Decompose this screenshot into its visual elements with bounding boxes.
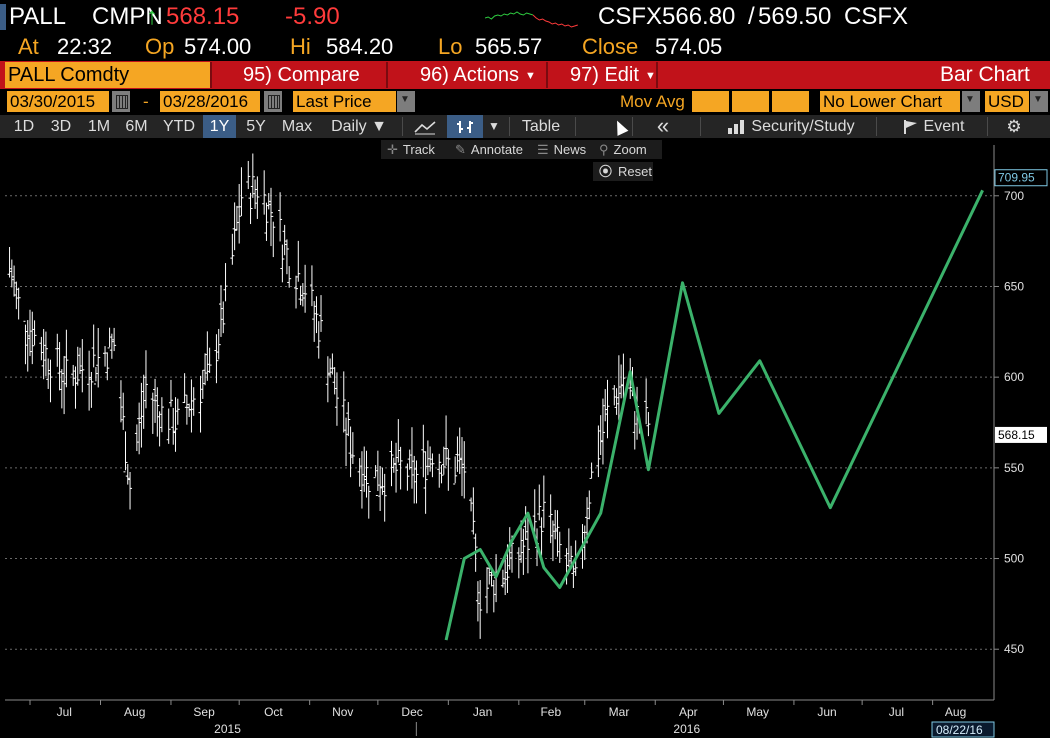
reset-dot-icon: ⦿ — [599, 164, 613, 179]
crosshair-icon: ✛ — [387, 142, 398, 157]
x-tick-label: Oct — [264, 705, 283, 719]
last-price-tag: 568.15 — [998, 428, 1035, 442]
x-tick-label: Jul — [889, 705, 904, 719]
x-tick-label: Aug — [945, 705, 966, 719]
price-chart: 450 500 550 600 650 700 Jul Aug Sep Oct Nov Dec Jan F… — [5, 145, 1048, 738]
track-label: Track — [402, 142, 435, 157]
x-tick-label: Jul — [57, 705, 72, 719]
y-tick-label: 600 — [1004, 370, 1024, 384]
x-tick-label: Sep — [193, 705, 215, 719]
x-tick-label: Jun — [817, 705, 836, 719]
news-label: News — [553, 142, 587, 157]
high-price-tag: 709.95 — [998, 171, 1035, 185]
end-date-tag: 08/22/16 — [936, 723, 983, 737]
forecast-layer — [444, 189, 984, 641]
annotate-button[interactable]: ✎ Annotate — [449, 140, 541, 159]
chart-axes: 450 500 550 600 650 700 Jul Aug Sep Oct Nov Dec Jan F… — [5, 145, 1048, 738]
y-tick-label: 700 — [1004, 189, 1024, 203]
track-button[interactable]: ✛ Track — [381, 140, 453, 159]
annotate-label: Annotate — [470, 142, 523, 157]
zoom-button[interactable]: ⚲ Zoom — [593, 140, 662, 159]
magnifier-icon: ⚲ — [599, 142, 609, 157]
x-tick-label: Dec — [401, 705, 422, 719]
x-tick-label: Mar — [609, 705, 630, 719]
x-tick-label: Apr — [679, 705, 698, 719]
price-bars — [7, 153, 651, 639]
reset-button[interactable]: ⦿ Reset — [593, 162, 653, 181]
y-tick-label: 550 — [1004, 461, 1024, 475]
x-tick-label: Jan — [473, 705, 492, 719]
year-label: 2016 — [673, 722, 700, 736]
x-tick-label: Feb — [540, 705, 561, 719]
y-tick-label: 650 — [1004, 279, 1024, 293]
x-tick-label: Nov — [332, 705, 353, 719]
chart-grid — [5, 195, 994, 650]
zoom-label: Zoom — [613, 142, 647, 157]
x-tick-label: Aug — [124, 705, 145, 719]
reset-label: Reset — [618, 164, 652, 179]
y-tick-label: 500 — [1004, 552, 1024, 566]
forecast-line — [444, 189, 984, 641]
x-tick-label: May — [746, 705, 769, 719]
year-label: 2015 — [214, 722, 241, 736]
news-icon: ☰ — [537, 142, 549, 157]
pencil-icon: ✎ — [455, 142, 466, 157]
y-tick-label: 450 — [1004, 642, 1024, 656]
